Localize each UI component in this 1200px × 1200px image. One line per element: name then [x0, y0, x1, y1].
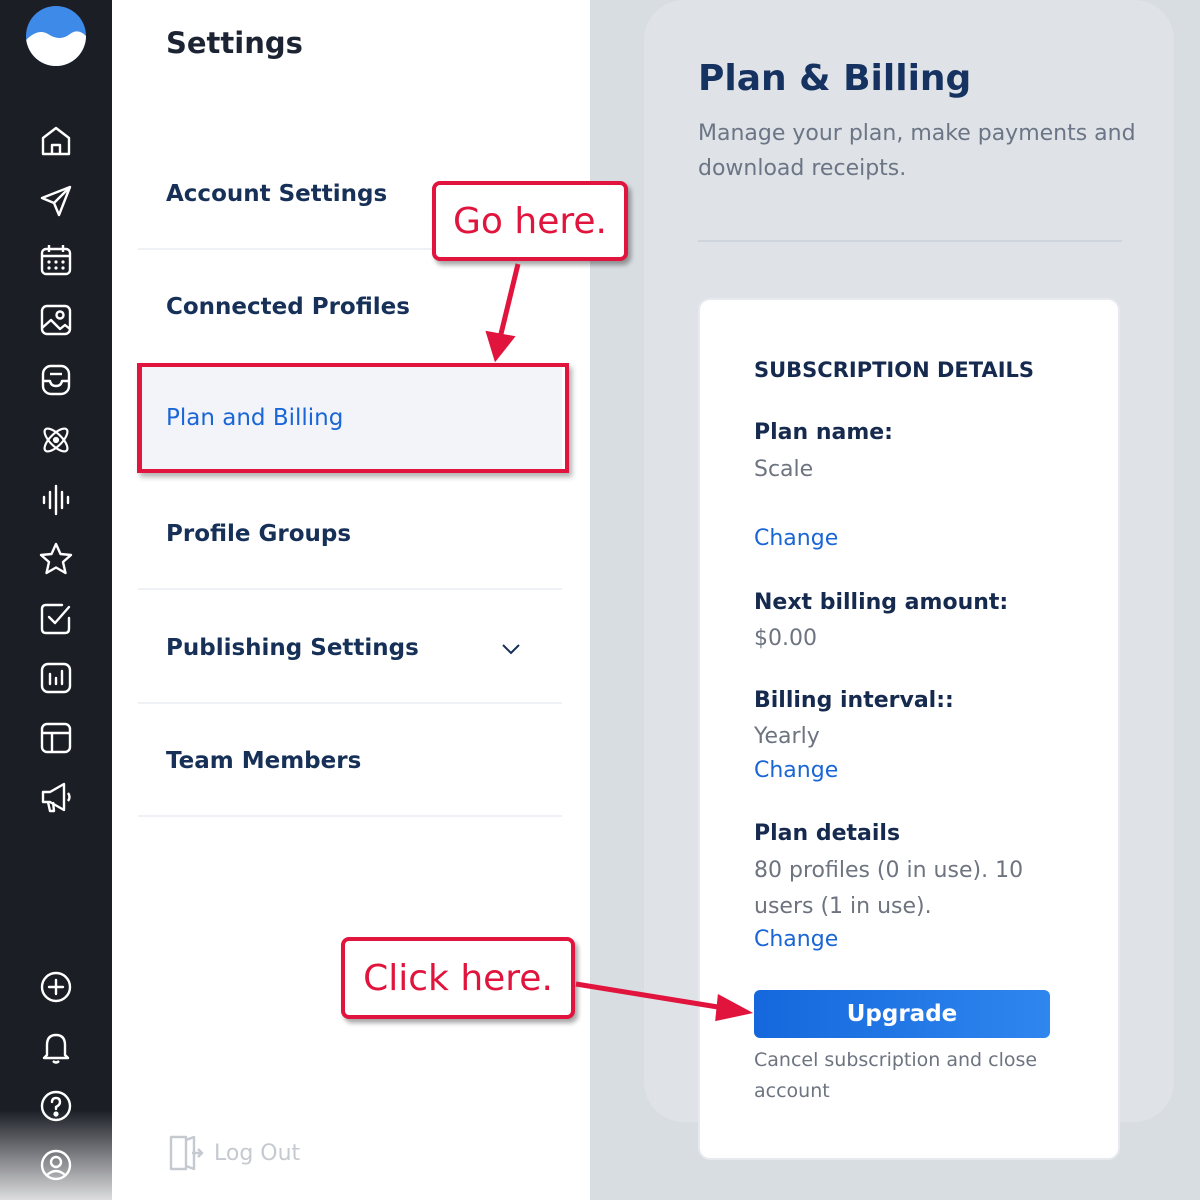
billing-interval-value: Yearly — [754, 724, 820, 749]
icon-sidebar — [0, 0, 112, 1200]
send-icon[interactable] — [36, 181, 76, 221]
plan-name-label: Plan name: — [754, 420, 893, 445]
upgrade-button[interactable]: Upgrade — [754, 990, 1050, 1038]
help-icon[interactable] — [36, 1086, 76, 1126]
layout-icon[interactable] — [36, 718, 76, 758]
billing-interval-label: Billing interval:: — [754, 688, 954, 713]
calendar-icon[interactable] — [36, 240, 76, 280]
analytics-icon[interactable] — [36, 658, 76, 698]
settings-title: Settings — [166, 26, 303, 60]
billing-panel: Plan & Billing Manage your plan, make pa… — [590, 0, 1200, 1200]
divider — [698, 240, 1122, 242]
page-subtitle: Manage your plan, make payments and down… — [698, 121, 1136, 181]
add-icon[interactable] — [36, 967, 76, 1007]
change-details-link[interactable]: Change — [754, 927, 838, 952]
bell-icon[interactable] — [36, 1027, 76, 1067]
menu-item-profile-groups[interactable]: Profile Groups — [138, 480, 562, 590]
menu-item-plan-and-billing[interactable]: Plan and Billing — [138, 366, 562, 470]
home-icon[interactable] — [36, 121, 76, 161]
cancel-subscription-link[interactable]: Cancel subscription and close account — [754, 1045, 1084, 1107]
menu-item-team-members[interactable]: Team Members — [138, 707, 562, 817]
atom-icon[interactable] — [36, 420, 76, 460]
megaphone-icon[interactable] — [36, 777, 76, 817]
page-title: Plan & Billing — [698, 58, 972, 99]
inbox-icon[interactable] — [36, 360, 76, 400]
logout-label: Log Out — [214, 1140, 301, 1166]
settings-menu: Settings Account Settings Connected Prof… — [112, 0, 590, 1200]
menu-item-label: Profile Groups — [166, 521, 352, 547]
menu-item-label: Team Members — [166, 748, 362, 774]
menu-item-publishing-settings[interactable]: Publishing Settings — [138, 594, 562, 704]
menu-item-label: Plan and Billing — [166, 405, 344, 431]
section-title: SUBSCRIPTION DETAILS — [754, 358, 1035, 382]
logout-icon — [169, 1135, 204, 1171]
plan-details-line2: users (1 in use). — [754, 894, 932, 919]
plan-name-value: Scale — [754, 457, 814, 482]
subscription-card: SUBSCRIPTION DETAILS Plan name: Scale Ch… — [698, 298, 1120, 1160]
click-here-callout: Click here. — [341, 937, 575, 1019]
plan-details-line1: 80 profiles (0 in use). 10 — [754, 858, 1024, 883]
next-billing-value: $0.00 — [754, 626, 817, 651]
app-logo[interactable] — [26, 6, 86, 66]
audio-wave-icon[interactable] — [36, 480, 76, 520]
menu-item-label: Connected Profiles — [166, 294, 410, 320]
go-here-callout: Go here. — [432, 181, 628, 261]
plan-details-label: Plan details — [754, 821, 901, 846]
chevron-down-icon[interactable] — [500, 638, 522, 660]
menu-item-label: Publishing Settings — [166, 635, 419, 661]
task-check-icon[interactable] — [36, 599, 76, 639]
change-interval-link[interactable]: Change — [754, 758, 838, 783]
menu-item-label: Account Settings — [166, 181, 388, 207]
star-icon[interactable] — [36, 539, 76, 579]
media-icon[interactable] — [36, 300, 76, 340]
change-plan-link[interactable]: Change — [754, 526, 838, 551]
user-icon[interactable] — [36, 1145, 76, 1185]
logout-button[interactable]: Log Out — [168, 1134, 300, 1172]
menu-item-connected-profiles[interactable]: Connected Profiles — [138, 252, 562, 362]
next-billing-label: Next billing amount: — [754, 590, 1009, 615]
